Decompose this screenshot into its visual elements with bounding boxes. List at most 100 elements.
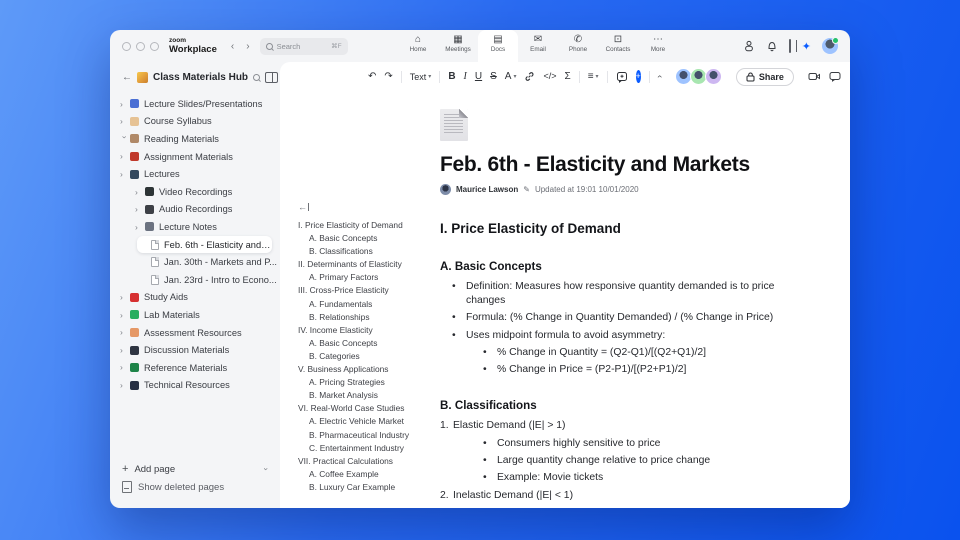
maximize-window-button[interactable]: [150, 41, 159, 51]
user-avatar[interactable]: [822, 37, 839, 54]
outline-item[interactable]: I. Price Elasticity of Demand: [298, 219, 423, 232]
sidebar-back-icon[interactable]: ←: [122, 72, 132, 83]
text-style-dropdown[interactable]: Text ▾: [410, 72, 432, 82]
outline-item[interactable]: III. Cross-Price Elasticity: [298, 284, 423, 297]
sidebar-item[interactable]: › Course Syllabus: [110, 113, 280, 131]
outline-item[interactable]: A. Electric Vehicle Market: [298, 415, 423, 428]
content-block[interactable]: • % Change in Price = (P2-P1)/[(P2+P1)/2…: [440, 363, 792, 377]
outline-item[interactable]: IV. Income Elasticity: [298, 324, 423, 337]
outline-item[interactable]: B. Luxury Car Example: [298, 481, 423, 494]
sidebar-item[interactable]: › Study Aids: [110, 289, 280, 307]
tab-docs[interactable]: ▤ Docs: [478, 30, 518, 62]
outline-item[interactable]: V. Business Applications: [298, 363, 423, 376]
language-globe-icon[interactable]: [849, 71, 850, 83]
outline-item[interactable]: VII. Practical Calculations: [298, 455, 423, 468]
sidebar-item[interactable]: › Lectures: [110, 165, 280, 183]
sidebar-item[interactable]: › Video Recordings: [110, 183, 280, 201]
sidebar-item[interactable]: › Reference Materials: [110, 359, 280, 377]
sidebar-item[interactable]: › Lab Materials: [110, 306, 280, 324]
content-block[interactable]: B. Classifications: [440, 398, 792, 413]
sidebar-item[interactable]: › Technical Resources: [110, 377, 280, 395]
content-block[interactable]: • Formula: (% Change in Quantity Demande…: [440, 311, 792, 325]
chevron-right-icon[interactable]: ›: [120, 135, 130, 144]
nav-back-button[interactable]: ‹: [231, 41, 234, 52]
content-block[interactable]: A. Basic Concepts: [440, 259, 792, 274]
sidebar-item[interactable]: › Lecture Slides/Presentations: [110, 95, 280, 113]
collaborator-avatars[interactable]: [674, 68, 722, 85]
comments-icon[interactable]: [829, 71, 841, 82]
outline-item[interactable]: A. Primary Factors: [298, 271, 423, 284]
tab-home[interactable]: ⌂ Home: [398, 30, 438, 62]
sidebar-item[interactable]: › Audio Recordings: [110, 201, 280, 219]
code-icon[interactable]: </>: [543, 72, 556, 81]
chevron-right-icon[interactable]: ›: [120, 117, 129, 126]
sidebar-item[interactable]: › Assessment Resources: [110, 324, 280, 342]
content-block[interactable]: 1. Elastic Demand (|E| > 1): [440, 419, 792, 433]
list-format-dropdown[interactable]: ≡ ▾: [588, 71, 599, 82]
tab-contacts[interactable]: ⊡ Contacts: [598, 30, 638, 62]
italic-button[interactable]: I: [464, 71, 467, 82]
chevron-right-icon[interactable]: ›: [120, 328, 129, 337]
content-block[interactable]: • Large quantity change relative to pric…: [440, 454, 792, 468]
outline-item[interactable]: B. Relationships: [298, 311, 423, 324]
outline-item[interactable]: VI. Real-World Case Studies: [298, 402, 423, 415]
chevron-right-icon[interactable]: ›: [135, 223, 144, 232]
outline-item[interactable]: A. Coffee Example: [298, 468, 423, 481]
sidebar-item[interactable]: › Jan. 30th - Markets and P...: [110, 253, 280, 271]
outline-item[interactable]: B. Market Analysis: [298, 389, 423, 402]
chevron-right-icon[interactable]: ›: [120, 152, 129, 161]
outline-item[interactable]: B. Categories: [298, 350, 423, 363]
outline-item[interactable]: B. Pharmaceutical Industry: [298, 429, 423, 442]
outline-item[interactable]: II. Determinants of Elasticity: [298, 258, 423, 271]
chevron-right-icon[interactable]: ›: [120, 363, 129, 372]
minimize-window-button[interactable]: [136, 41, 145, 51]
sidebar-search-icon[interactable]: [253, 74, 261, 81]
sidebar-item[interactable]: › Lecture Notes: [110, 218, 280, 236]
document-title[interactable]: Feb. 6th - Elasticity and Markets: [440, 153, 792, 177]
sidebar-toggle-icon[interactable]: [788, 38, 791, 53]
document-canvas[interactable]: ← I. Price Elasticity of Demand A. Basic …: [280, 91, 850, 508]
ai-companion-icon[interactable]: ✦: [802, 40, 811, 53]
font-color-button[interactable]: A ▾: [505, 71, 517, 82]
content-block[interactable]: • Uses midpoint formula to avoid asymmet…: [440, 329, 792, 343]
redo-icon[interactable]: ↷: [384, 71, 392, 82]
sidebar-item[interactable]: › Reading Materials: [110, 130, 280, 148]
collapse-toolbar-icon[interactable]: ›: [654, 75, 664, 78]
outline-item[interactable]: A. Basic Concepts: [298, 337, 423, 350]
insert-button[interactable]: +: [635, 70, 641, 83]
sidebar-item[interactable]: › Jan. 23rd - Intro to Econo...: [110, 271, 280, 289]
chevron-right-icon[interactable]: ›: [120, 381, 129, 390]
sidebar-item[interactable]: › Assignment Materials: [110, 148, 280, 166]
equation-icon[interactable]: Σ: [565, 71, 571, 82]
bold-button[interactable]: B: [448, 71, 455, 82]
sidebar-panel-icon[interactable]: [265, 72, 279, 83]
outline-item[interactable]: B. Classifications: [298, 245, 423, 258]
tab-more[interactable]: ⋯ More: [638, 30, 678, 62]
chevron-right-icon[interactable]: ›: [120, 170, 129, 179]
outline-item[interactable]: A. Fundamentals: [298, 298, 423, 311]
nav-forward-button[interactable]: ›: [246, 41, 249, 52]
window-controls[interactable]: [122, 41, 159, 51]
outline-item[interactable]: A. Basic Concepts: [298, 232, 423, 245]
add-comment-icon[interactable]: [616, 71, 628, 83]
underline-button[interactable]: U: [475, 71, 482, 82]
history-icon[interactable]: [743, 40, 755, 52]
video-call-icon[interactable]: [808, 71, 821, 82]
search-input[interactable]: Search ⌘F: [259, 37, 348, 55]
sidebar-item[interactable]: › Feb. 6th - Elasticity and M...: [137, 235, 272, 254]
chevron-right-icon[interactable]: ›: [120, 346, 129, 355]
collaborator-avatar[interactable]: [704, 68, 722, 85]
chevron-right-icon[interactable]: ›: [120, 293, 129, 302]
link-icon[interactable]: [524, 71, 535, 82]
content-block[interactable]: • % Change in Quantity = (Q2-Q1)/[(Q2+Q1…: [440, 346, 792, 360]
share-button[interactable]: Share: [735, 67, 794, 86]
tab-phone[interactable]: ✆ Phone: [558, 30, 598, 62]
close-window-button[interactable]: [122, 41, 131, 51]
show-deleted-pages-button[interactable]: Show deleted pages: [122, 478, 268, 496]
sidebar-item[interactable]: › Discussion Materials: [110, 341, 280, 359]
content-block[interactable]: • Consumers highly sensitive to price: [440, 437, 792, 451]
chevron-right-icon[interactable]: ›: [120, 311, 129, 320]
add-page-button[interactable]: + Add page ›: [122, 460, 272, 478]
chevron-right-icon[interactable]: ›: [135, 205, 144, 214]
chevron-right-icon[interactable]: ›: [135, 188, 144, 197]
